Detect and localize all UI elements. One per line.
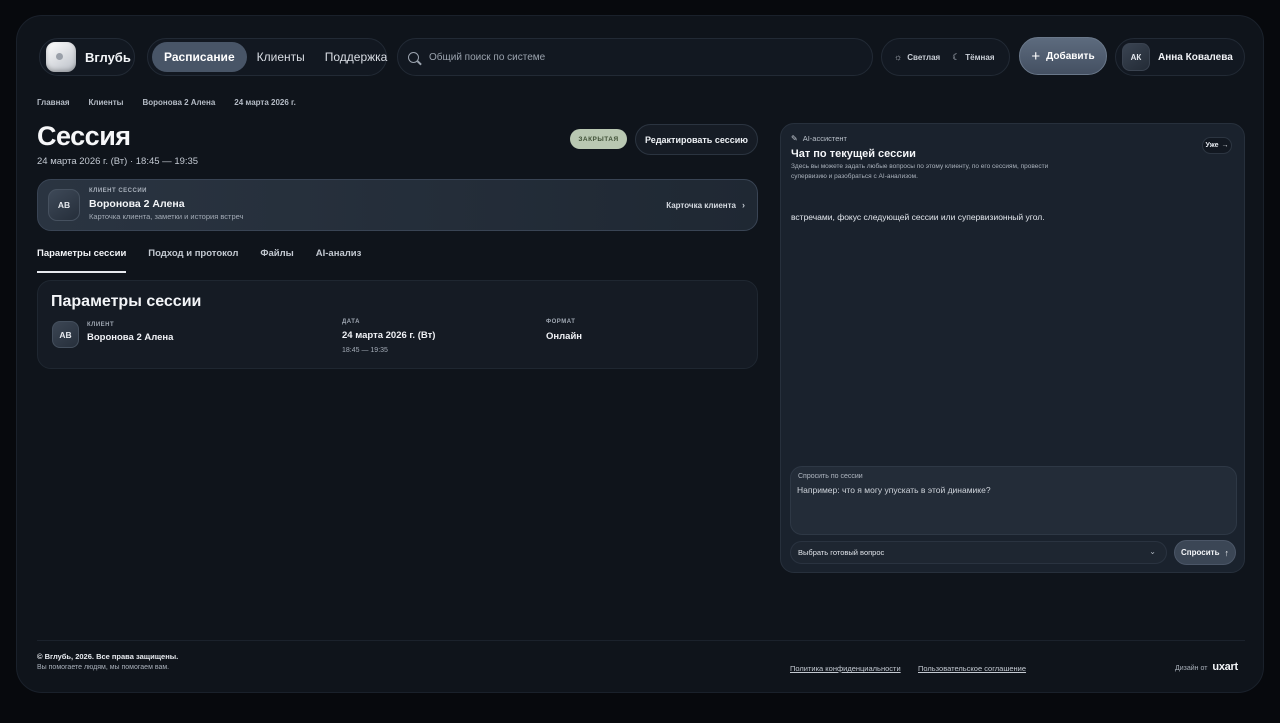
plus-icon: + [1031, 47, 1041, 65]
status-badge: ЗАКРЫТАЯ [570, 129, 627, 149]
client-card-link-label: Карточка клиента [666, 200, 736, 210]
arrow-up-icon: ↑ [1224, 547, 1229, 558]
breadcrumb-item-home[interactable]: Главная [37, 98, 70, 107]
tab-ai-analysis[interactable]: AI-анализ [316, 248, 362, 273]
ai-assistant-panel: ✎ AI-ассистент Чат по текущей сессии Зде… [780, 123, 1245, 573]
ai-description: Здесь вы можете задать любые вопросы по … [791, 163, 1049, 180]
sun-icon: ☼ [894, 52, 903, 62]
breadcrumb: Главная Клиенты Воронова 2 Алена 24 март… [37, 98, 315, 107]
ask-label: Спросить по сессии [798, 473, 863, 480]
breadcrumb-item-client[interactable]: Воронова 2 Алена [142, 98, 215, 107]
ai-title: Чат по текущей сессии [791, 148, 916, 160]
user-menu[interactable]: АК Анна Ковалева [1115, 38, 1245, 76]
preset-question-select[interactable]: Выбрать готовый вопрос ⌄ [790, 541, 1167, 564]
arrow-right-icon: → [1221, 142, 1229, 149]
session-tabs: Параметры сессии Подход и протокол Файлы… [37, 248, 383, 273]
param-client-avatar: АВ [52, 321, 79, 348]
user-agreement-link[interactable]: Пользовательское соглашение [918, 664, 1026, 673]
theme-light-option[interactable]: ☼ Светлая [888, 52, 946, 62]
ai-message: встречами, фокус следующей сессии или су… [791, 212, 1045, 222]
ask-button-label: Спросить [1181, 548, 1220, 557]
param-date-label: ДАТА [342, 319, 360, 325]
design-credit-label: Дизайн от [1175, 665, 1208, 672]
ask-input[interactable] [797, 485, 1227, 495]
client-card-link[interactable]: Карточка клиента › [666, 200, 745, 210]
client-card-label: КЛИЕНТ СЕССИИ [89, 188, 147, 194]
edit-session-button[interactable]: Редактировать сессию [635, 124, 758, 155]
brand-name: Вглубь [85, 49, 131, 65]
ai-label-text: AI-ассистент [802, 134, 847, 143]
params-title: Параметры сессии [51, 293, 202, 310]
footer-tagline: Вы помогаете людям, мы помогаем вам. [37, 664, 170, 671]
page-title: Сессия [37, 121, 131, 151]
session-datetime: 24 марта 2026 г. (Вт) · 18:45 — 19:35 [37, 156, 199, 167]
param-format-label: ФОРМАТ [546, 319, 576, 325]
nav-item-support[interactable]: Поддержка [315, 42, 398, 72]
ask-box: Спросить по сессии [790, 466, 1237, 535]
session-params-card: Параметры сессии АВ КЛИЕНТ Воронова 2 Ал… [37, 280, 758, 369]
add-button-label: Добавить [1046, 50, 1095, 62]
tab-approach[interactable]: Подход и протокол [148, 248, 238, 273]
client-description: Карточка клиента, заметки и история встр… [89, 212, 244, 221]
breadcrumb-item-current: 24 марта 2026 г. [234, 98, 296, 107]
footer-copyright: © Вглубь, 2026. Все права защищены. [37, 652, 179, 661]
tab-params[interactable]: Параметры сессии [37, 248, 127, 273]
theme-switcher: ☼ Светлая ☾ Тёмная [881, 38, 1010, 76]
client-card[interactable]: АВ КЛИЕНТ СЕССИИ Воронова 2 Алена Карточ… [37, 179, 758, 231]
narrow-label: Уже [1205, 142, 1219, 149]
privacy-policy-link[interactable]: Политика конфиденциальности [790, 664, 901, 673]
param-format-value: Онлайн [546, 331, 583, 342]
param-date-value: 24 марта 2026 г. (Вт) [342, 330, 436, 341]
add-button[interactable]: + Добавить [1019, 37, 1107, 75]
brand-logo-icon [46, 42, 76, 72]
param-time-value: 18:45 — 19:35 [342, 347, 388, 354]
breadcrumb-item-clients[interactable]: Клиенты [89, 98, 124, 107]
theme-dark-label: Тёмная [965, 52, 995, 62]
param-client-value: Воронова 2 Алена [87, 332, 174, 343]
moon-icon: ☾ [952, 51, 961, 62]
brand[interactable]: Вглубь [39, 38, 135, 76]
narrow-panel-button[interactable]: Уже → [1202, 137, 1232, 154]
search-icon [408, 51, 419, 63]
main-nav: Расписание Клиенты Поддержка [147, 38, 387, 76]
theme-dark-option[interactable]: ☾ Тёмная [946, 52, 1000, 63]
preset-select-label: Выбрать готовый вопрос [798, 548, 885, 557]
client-avatar: АВ [48, 189, 80, 221]
chevron-right-icon: › [742, 200, 745, 210]
avatar: АК [1122, 43, 1150, 71]
footer-divider [37, 640, 1245, 641]
design-credit[interactable]: Дизайн от uxart [1175, 661, 1238, 673]
magic-wand-icon: ✎ [791, 134, 798, 143]
param-client-label: КЛИЕНТ [87, 322, 115, 328]
tab-files[interactable]: Файлы [260, 248, 293, 273]
user-name: Анна Ковалева [1158, 51, 1233, 63]
nav-item-clients[interactable]: Клиенты [247, 42, 315, 72]
ai-assistant-label: ✎ AI-ассистент [791, 134, 847, 143]
studio-logo: uxart [1212, 661, 1238, 673]
client-name: Воронова 2 Алена [89, 198, 185, 210]
app-shell: Вглубь Расписание Клиенты Поддержка ☼ Св… [16, 15, 1264, 693]
search-input[interactable] [429, 51, 849, 63]
ask-button[interactable]: Спросить ↑ [1174, 540, 1236, 565]
nav-item-schedule[interactable]: Расписание [152, 42, 247, 72]
search-bar [397, 38, 873, 76]
chevron-down-icon: ⌄ [1149, 547, 1156, 556]
theme-light-label: Светлая [907, 52, 941, 62]
